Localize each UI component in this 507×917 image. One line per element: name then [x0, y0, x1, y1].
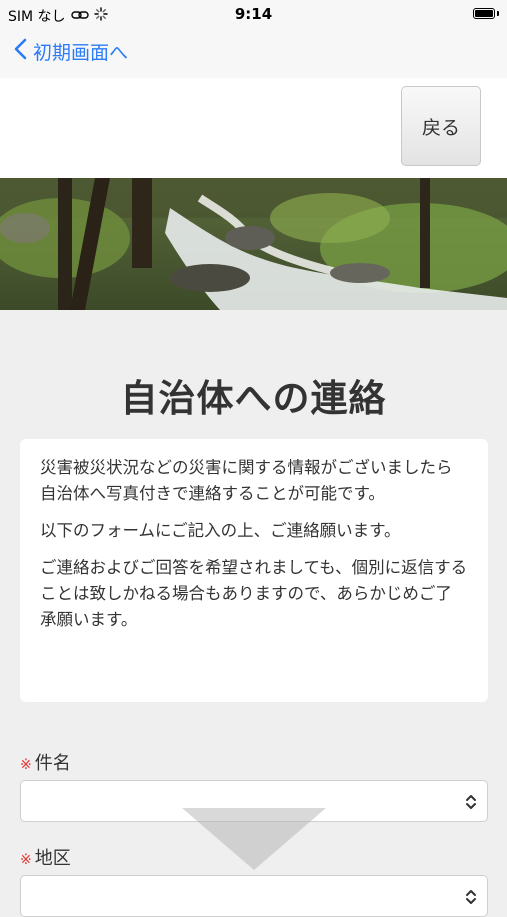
status-time: 9:14 — [234, 5, 273, 23]
status-bar: SIM なし 9:14 — [0, 0, 507, 30]
district-field-label: ※ 地区 — [20, 844, 71, 870]
info-card: 災害被災状況などの災害に関する情報がございましたら自治体へ写真付きで連絡すること… — [20, 439, 488, 702]
chevron-up-down-icon — [465, 888, 477, 910]
header-band: 戻る — [0, 78, 507, 178]
nav-bar: 初期画面へ — [0, 30, 507, 78]
info-paragraph: 以下のフォームにご記入の上、ご連絡願います。 — [40, 521, 401, 540]
info-paragraph: ご連絡およびご回答を希望されましても、個別に返信することは致しかねる場合もありま… — [40, 558, 468, 629]
subject-field-label: ※ 件名 — [20, 749, 71, 775]
scroll-down-arrow-icon[interactable] — [182, 808, 326, 870]
back-button[interactable]: 初期画面へ — [14, 38, 128, 65]
district-select[interactable] — [20, 875, 488, 917]
info-paragraph: 災害被災状況などの災害に関する情報がございましたら自治体へ写真付きで連絡すること… — [40, 458, 453, 503]
page-title: 自治体への連絡 — [120, 377, 387, 420]
chevron-left-icon — [14, 38, 27, 65]
district-label-text: 地区 — [34, 848, 71, 869]
return-button[interactable]: 戻る — [401, 86, 481, 166]
required-mark: ※ — [20, 852, 32, 868]
subject-label-text: 件名 — [34, 753, 71, 774]
required-mark: ※ — [20, 757, 32, 773]
chevron-up-down-icon — [465, 793, 477, 815]
battery-tip — [497, 11, 499, 16]
hero-image — [0, 178, 507, 310]
back-label: 初期画面へ — [33, 42, 129, 64]
battery-icon — [473, 8, 495, 19]
